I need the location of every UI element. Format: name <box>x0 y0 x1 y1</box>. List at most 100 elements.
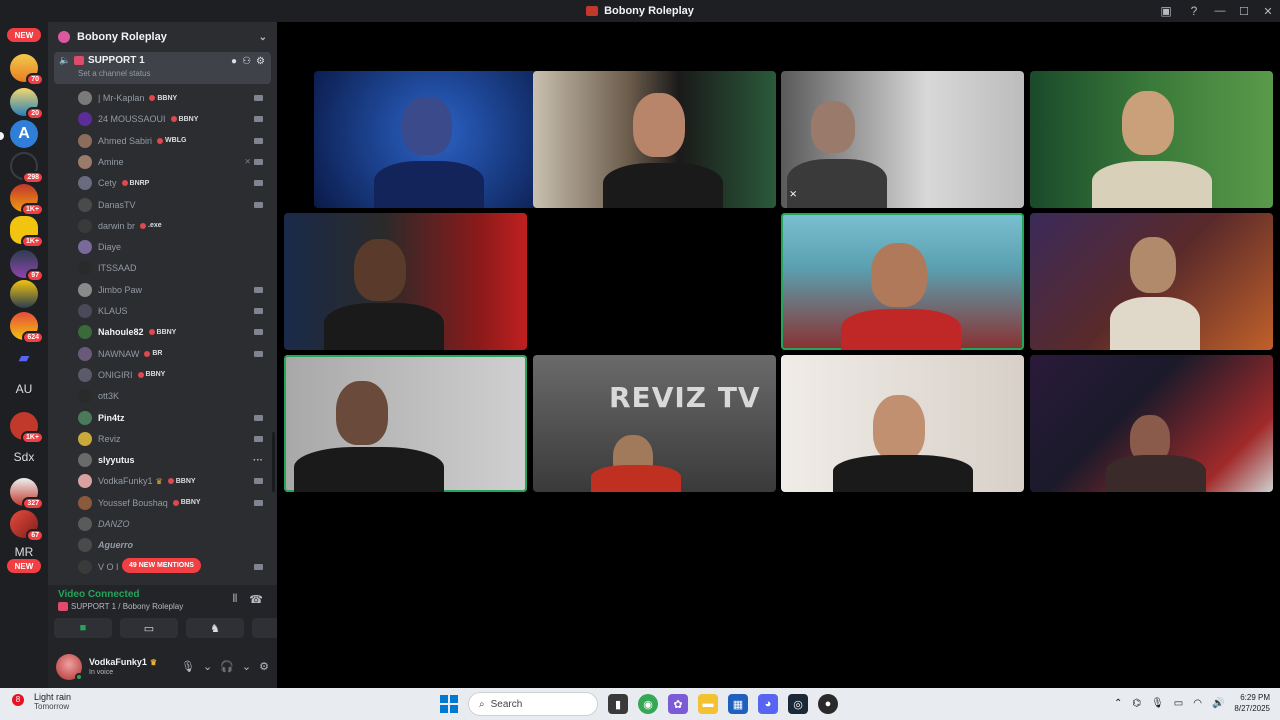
voice-member[interactable]: Reviz <box>78 429 273 449</box>
help-icon[interactable]: ? <box>1180 0 1208 22</box>
server-icon-1[interactable]: 70 <box>10 54 44 86</box>
start-button[interactable] <box>440 695 458 713</box>
server-icon-11[interactable]: 327 <box>10 478 44 510</box>
server-label-au[interactable]: AU <box>0 382 48 396</box>
new-mentions-pill[interactable]: 49 NEW MENTIONS <box>122 558 201 573</box>
headphones-icon[interactable]: 🎧 <box>220 660 234 673</box>
chrome-icon[interactable]: ◉ <box>638 694 658 714</box>
chat-icon[interactable]: ● <box>231 56 237 67</box>
wifi-icon[interactable]: ◠ <box>1193 698 1202 709</box>
chevron-down-icon[interactable]: ⌄ <box>203 660 212 673</box>
voice-member[interactable]: slyyutus ··· <box>78 450 273 470</box>
network-icon[interactable]: ⌬ <box>1132 698 1141 709</box>
voice-member[interactable]: VodkaFunky1 ♛ BBNY <box>78 471 273 491</box>
voice-member[interactable]: | Mr-Kaplan BBNY <box>78 88 273 108</box>
voice-member[interactable]: Cety BNRP <box>78 173 273 193</box>
invite-icon[interactable]: ⚇ <box>242 56 251 67</box>
video-tile[interactable] <box>284 213 527 350</box>
server-icon-8[interactable] <box>10 280 38 308</box>
voice-member[interactable]: KLAUS <box>78 301 273 321</box>
member-scrollbar[interactable] <box>272 432 275 492</box>
folder-icon[interactable]: ▰ <box>10 344 38 372</box>
file-explorer-icon[interactable]: ▬ <box>698 694 718 714</box>
clock[interactable]: 6:29 PM 8/27/2025 <box>1234 692 1270 714</box>
voice-member[interactable]: ONIGIRI BBNY <box>78 365 273 385</box>
avatar[interactable] <box>56 653 83 681</box>
server-icon-9[interactable]: 624 <box>10 312 44 344</box>
steam-icon[interactable]: ◎ <box>788 694 808 714</box>
camera-button[interactable]: ■ <box>54 618 112 638</box>
video-tile[interactable] <box>1030 355 1273 492</box>
taskbar-search[interactable]: ⌕ Search <box>468 692 598 716</box>
server-icon-7[interactable]: 97 <box>10 250 44 282</box>
video-tile[interactable] <box>314 71 557 208</box>
screen-share-button[interactable]: ▭ <box>120 618 178 638</box>
server-icon-3[interactable]: A <box>10 120 38 148</box>
voice-member[interactable]: ITSSAAD <box>78 258 273 278</box>
voice-channel-support-1[interactable]: 🔈 SUPPORT 1 Set a channel status ● ⚇ ⚙ <box>54 52 271 84</box>
voice-member[interactable]: NAWNAW BR <box>78 344 273 364</box>
video-tile[interactable] <box>1030 213 1273 350</box>
voice-member[interactable]: Pin4tz <box>78 408 273 428</box>
channel-status[interactable]: Set a channel status <box>78 69 265 78</box>
video-tile[interactable]: REVIZ TV <box>533 355 776 492</box>
voice-member[interactable]: DanasTV <box>78 195 273 215</box>
video-tile-speaking[interactable] <box>284 355 527 492</box>
microphone-icon[interactable]: 🎙 <box>181 660 195 673</box>
microphone-icon[interactable]: 🎙 <box>1151 698 1164 709</box>
copilot-icon[interactable]: ✿ <box>668 694 688 714</box>
volume-icon[interactable]: 🔊 <box>1212 698 1224 709</box>
voice-member[interactable]: Nahoule82 BBNY <box>78 322 273 342</box>
guild-header[interactable]: Bobony Roleplay ⌄ <box>48 22 277 52</box>
video-tile[interactable] <box>781 355 1024 492</box>
voice-member[interactable]: Diaye <box>78 237 273 257</box>
avatar <box>78 495 92 510</box>
voice-member[interactable]: Amine ⨯ <box>78 152 273 172</box>
chevron-up-icon[interactable]: ⌃ <box>1114 698 1122 709</box>
maximize-button[interactable]: ☐ <box>1232 0 1256 22</box>
video-tile-speaking[interactable] <box>781 213 1024 350</box>
new-unread-pill-bottom[interactable]: NEW <box>7 559 41 573</box>
gear-icon[interactable]: ⚙ <box>256 56 265 67</box>
video-tile[interactable] <box>533 71 776 208</box>
voice-member[interactable]: DANZO <box>78 514 273 534</box>
voice-member[interactable]: darwin br .exe <box>78 216 273 236</box>
chevron-down-icon[interactable]: ⌄ <box>242 660 251 673</box>
task-view-icon[interactable]: ▮ <box>608 694 628 714</box>
noise-suppression-icon[interactable]: ⫴ <box>233 593 238 606</box>
more-options-icon[interactable]: ··· <box>253 455 263 466</box>
avatar <box>78 517 92 531</box>
inbox-icon[interactable]: ▣ <box>1152 0 1180 22</box>
weather-widget[interactable]: 8 Light rain Tomorrow <box>12 692 71 711</box>
voice-member[interactable]: Jimbo Paw <box>78 280 273 300</box>
voice-member[interactable]: ott3K <box>78 386 273 406</box>
server-icon-4[interactable]: 298 <box>10 152 44 184</box>
voice-member[interactable]: Ahmed Sabiri WBLG <box>78 131 273 151</box>
voice-member[interactable]: Youssef Boushaq BBNY <box>78 493 273 513</box>
voice-member[interactable]: Aguerro <box>78 535 273 555</box>
server-label-sdx[interactable]: Sdx <box>0 450 48 464</box>
video-tile[interactable]: ⨯ <box>781 71 1024 208</box>
server-icon-6[interactable]: 1K+ <box>10 216 44 248</box>
monitor-icon[interactable]: ▭ <box>1174 698 1183 709</box>
obs-icon[interactable]: ● <box>818 694 838 714</box>
discord-icon[interactable]: ◕ <box>758 694 778 714</box>
minimize-button[interactable]: — <box>1208 0 1232 22</box>
camera-icon <box>254 137 263 144</box>
activities-button[interactable]: ♞ <box>186 618 244 638</box>
chevron-down-icon[interactable]: ⌄ <box>259 32 267 43</box>
server-icon-2[interactable]: 20 <box>10 88 44 120</box>
video-tile[interactable] <box>1030 71 1273 208</box>
disconnect-icon[interactable]: ☎ <box>249 593 263 606</box>
server-icon-10[interactable]: 1K+ <box>10 412 44 444</box>
store-icon[interactable]: ▦ <box>728 694 748 714</box>
close-window-button[interactable]: ✕ <box>1256 0 1280 22</box>
voice-channel-path[interactable]: SUPPORT 1 / Bobony Roleplay <box>71 602 183 611</box>
server-label-mr[interactable]: MR <box>0 545 48 559</box>
server-icon-12[interactable]: 67 <box>10 510 44 542</box>
gear-icon[interactable]: ⚙ <box>259 660 269 673</box>
server-icon-5[interactable]: 1K+ <box>10 184 44 216</box>
new-unread-pill-top[interactable]: NEW <box>7 28 41 42</box>
voice-member[interactable]: 24 MOUSSAOUI BBNY <box>78 109 273 129</box>
camera-icon <box>254 158 263 165</box>
